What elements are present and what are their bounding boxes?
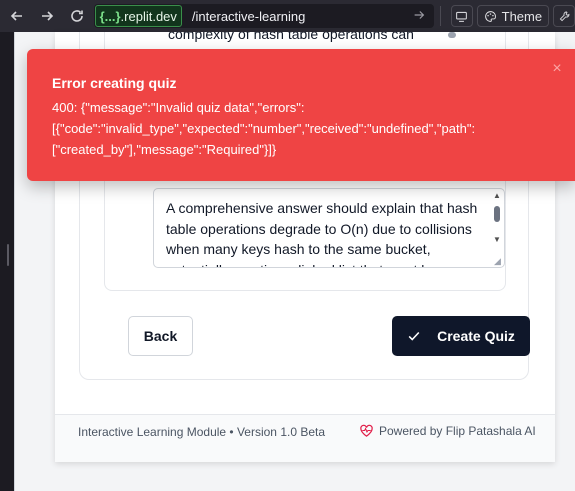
address-bar[interactable]: {...} .replit.dev /interactive-learning	[93, 4, 434, 28]
domain-prefix: {...}	[99, 8, 121, 24]
footer-version-text: Interactive Learning Module • Version 1.…	[78, 425, 326, 439]
forward-arrow-icon[interactable]	[34, 3, 60, 29]
go-arrow-icon[interactable]	[412, 8, 426, 22]
devices-icon[interactable]	[450, 5, 473, 27]
toast-title: Error creating quiz	[52, 75, 177, 91]
theme-button[interactable]: Theme	[476, 5, 550, 27]
heart-pulse-icon	[360, 424, 373, 437]
error-toast: Error creating quiz 400: {"message":"Inv…	[27, 49, 575, 181]
scrollbar-thumb[interactable]	[494, 206, 500, 222]
palette-icon	[484, 10, 496, 22]
domain-badge[interactable]: {...} .replit.dev	[94, 5, 182, 27]
create-quiz-label: Create Quiz	[437, 328, 515, 344]
url-path: /interactive-learning	[191, 8, 306, 24]
resize-grip-icon[interactable]: ◢	[494, 257, 503, 266]
resize-handle[interactable]	[7, 244, 9, 266]
back-arrow-icon[interactable]	[4, 3, 30, 29]
domain-suffix: .replit.dev	[120, 8, 177, 24]
reload-icon[interactable]	[64, 3, 90, 29]
footer-powered-by: Powered by Flip Patashala AI	[359, 423, 536, 438]
create-quiz-button[interactable]: Create Quiz	[392, 316, 530, 356]
check-icon	[408, 331, 420, 341]
wrench-icon[interactable]	[553, 5, 575, 27]
scroll-up-icon[interactable]: ▲	[493, 192, 501, 200]
powered-by-text: Powered by Flip Patashala AI	[379, 423, 536, 438]
toast-message: 400: {"message":"Invalid quiz data","err…	[52, 100, 476, 157]
question-text-snippet: complexity of hash table operations can	[168, 32, 414, 42]
close-icon[interactable]: ×	[549, 61, 565, 77]
expected-answer-textarea[interactable]: A comprehensive answer should explain th…	[153, 188, 505, 268]
footer: Interactive Learning Module • Version 1.…	[55, 414, 555, 462]
answer-text: A comprehensive answer should explain th…	[166, 200, 478, 267]
back-button[interactable]: Back	[128, 316, 193, 356]
theme-label: Theme	[501, 8, 543, 24]
textarea-scrollbar[interactable]: ▲ ▼	[492, 191, 502, 265]
scroll-thumb[interactable]	[448, 32, 456, 38]
scroll-down-icon[interactable]: ▼	[493, 236, 501, 244]
toolbar-divider	[439, 6, 441, 26]
browser-toolbar: {...} .replit.dev /interactive-learning T…	[0, 0, 575, 32]
